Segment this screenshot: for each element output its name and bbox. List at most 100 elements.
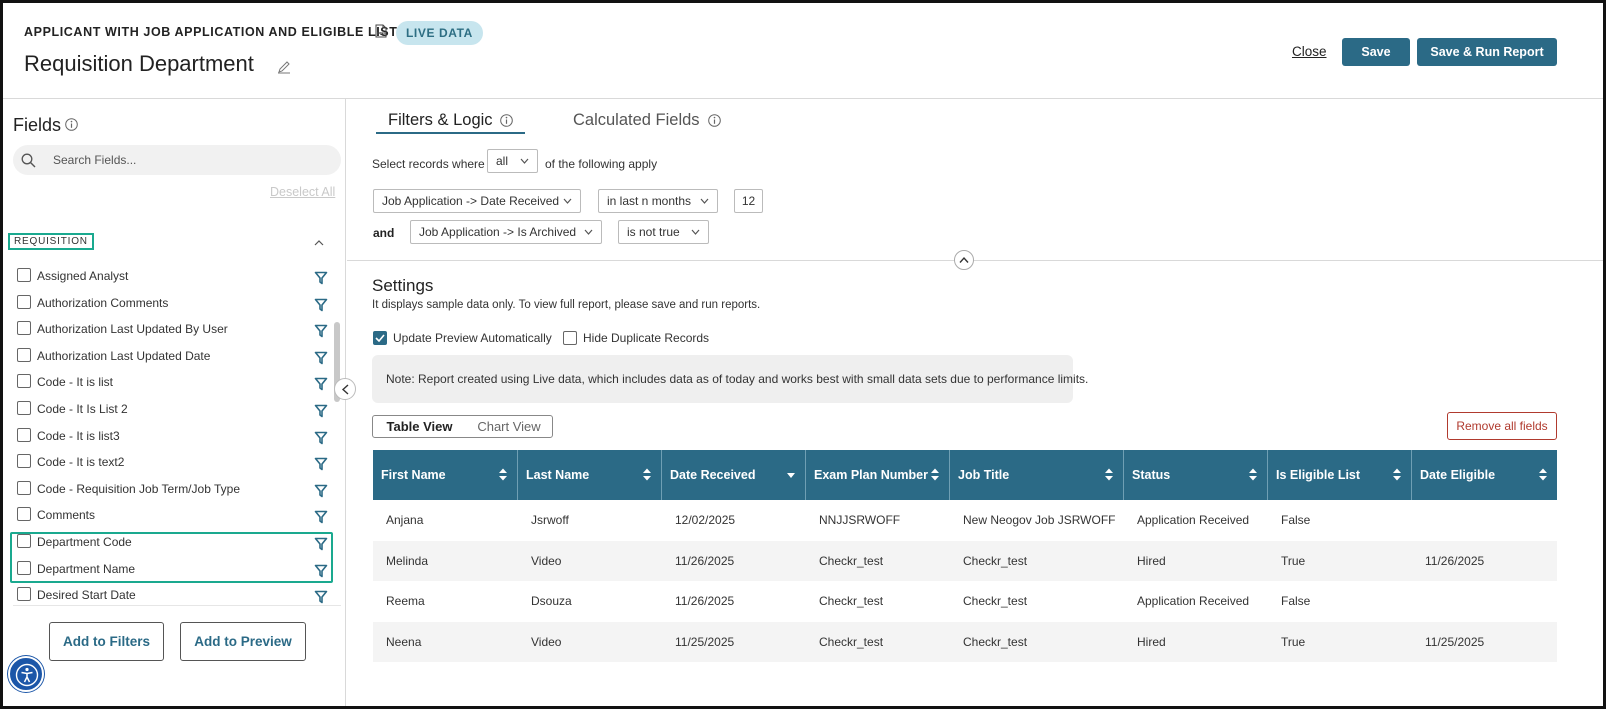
field-name: Code - It Is List 2: [37, 402, 128, 416]
field-checkbox[interactable]: [17, 268, 31, 282]
field-checkbox[interactable]: [17, 454, 31, 469]
field-checkbox[interactable]: [17, 374, 31, 389]
field-checkbox[interactable]: [17, 507, 31, 522]
column-header[interactable]: Date Received: [662, 450, 806, 500]
field-checkbox[interactable]: [17, 321, 31, 336]
table-row[interactable]: Neena Video 11/25/2025 Checkr_test Checkr_te…: [373, 621, 1557, 662]
field-row[interactable]: Code - Requisition Job Term/Job Type: [3, 476, 333, 502]
column-header[interactable]: Exam Plan Number: [806, 450, 950, 500]
accessibility-button[interactable]: [8, 656, 44, 692]
table-cell: 11/25/2025: [1425, 634, 1485, 649]
info-icon[interactable]: [708, 114, 721, 127]
chevron-down-icon: [563, 198, 572, 204]
tab-calculated-fields[interactable]: Calculated Fields: [573, 111, 700, 130]
filter-icon[interactable]: [314, 324, 328, 338]
condition-1-field-select[interactable]: Job Application -> Date Received: [373, 189, 581, 213]
field-row[interactable]: Comments: [3, 502, 333, 528]
field-checkbox[interactable]: [17, 427, 31, 442]
field-row[interactable]: Desired Start Date: [3, 582, 333, 605]
fields-title: Fields: [13, 115, 62, 135]
match-select[interactable]: all: [487, 149, 538, 173]
filter-icon[interactable]: [314, 484, 328, 498]
filter-icon[interactable]: [314, 590, 328, 604]
divider: [13, 605, 341, 606]
column-header[interactable]: Date Eligible: [1412, 450, 1557, 500]
table-cell: Checkr_test: [819, 553, 884, 568]
field-checkbox[interactable]: [17, 587, 31, 602]
field-checkbox[interactable]: [17, 347, 31, 362]
table-row[interactable]: Anjana Jsrwoff 12/02/2025 NNJJSRWOFF New Neo…: [373, 500, 1557, 540]
column-header[interactable]: Last Name: [518, 450, 662, 500]
table-view-toggle[interactable]: Table View: [373, 416, 466, 437]
field-row[interactable]: Code - It is list3: [3, 423, 333, 449]
field-checkbox[interactable]: [17, 560, 31, 575]
report-header: APPLICANT WITH JOB APPLICATION AND ELIGI…: [3, 3, 1603, 99]
edit-icon[interactable]: [277, 60, 291, 74]
search-input[interactable]: [53, 145, 333, 175]
column-header[interactable]: Status: [1124, 450, 1268, 500]
deselect-all-link[interactable]: Deselect All: [270, 185, 335, 199]
field-row[interactable]: Assigned Analyst: [3, 263, 333, 289]
filter-icon[interactable]: [314, 351, 328, 365]
field-checkbox[interactable]: [17, 534, 31, 548]
field-row[interactable]: Authorization Comments: [3, 290, 333, 316]
save-button[interactable]: Save: [1342, 38, 1410, 66]
field-checkbox[interactable]: [17, 294, 31, 309]
field-row[interactable]: Code - It is text2: [3, 449, 333, 475]
field-checkbox[interactable]: [17, 401, 31, 415]
field-row[interactable]: Department Name: [3, 556, 333, 582]
filter-icon[interactable]: [314, 457, 328, 471]
condition-1-operator-select[interactable]: in last n months: [598, 189, 718, 213]
close-link[interactable]: Close: [1292, 44, 1327, 59]
filter-icon[interactable]: [314, 537, 328, 551]
chart-view-toggle[interactable]: Chart View: [466, 416, 552, 437]
column-header-label: Date Eligible: [1420, 468, 1496, 482]
table-cell: Anjana: [386, 513, 424, 527]
collapse-sidebar-button[interactable]: [334, 378, 356, 400]
chevron-up-icon[interactable]: [313, 239, 325, 247]
table-row[interactable]: Reema Dsouza 11/26/2025 Checkr_test Checkr_t…: [373, 581, 1557, 621]
filter-icon[interactable]: [314, 377, 328, 391]
condition-1-value-input[interactable]: 12: [734, 189, 763, 213]
field-row[interactable]: Authorization Last Updated Date: [3, 343, 333, 369]
condition-2-operator-select[interactable]: is not true: [618, 220, 709, 244]
field-search: [13, 145, 341, 175]
column-header[interactable]: First Name: [373, 450, 518, 500]
chevron-down-icon: [584, 229, 593, 235]
field-row[interactable]: Department Code: [3, 529, 333, 555]
table-cell: 11/26/2025: [675, 553, 735, 568]
info-icon[interactable]: [500, 114, 513, 127]
add-to-preview-button[interactable]: Add to Preview: [180, 622, 306, 661]
info-icon[interactable]: [65, 118, 78, 131]
filter-icon[interactable]: [314, 431, 328, 445]
chevron-up-icon: [959, 256, 969, 263]
field-row[interactable]: Code - It Is List 2: [3, 396, 333, 422]
remove-all-fields-button[interactable]: Remove all fields: [1447, 412, 1557, 440]
pdf-icon[interactable]: PDF: [375, 24, 387, 38]
filter-icon[interactable]: [314, 564, 328, 578]
column-header[interactable]: Job Title: [950, 450, 1124, 500]
sort-icon: [1105, 468, 1113, 481]
filter-icon[interactable]: [314, 510, 328, 524]
chevron-down-icon: [691, 229, 700, 235]
table-cell: Checkr_test: [819, 634, 884, 649]
condition-2-field-select[interactable]: Job Application -> Is Archived: [410, 220, 602, 244]
field-row[interactable]: Code - It is list: [3, 369, 333, 395]
field-row[interactable]: Authorization Last Updated By User: [3, 316, 333, 342]
tab-filters-logic[interactable]: Filters & Logic: [388, 111, 493, 130]
field-list: Assigned Analyst Authorization Comments Au…: [3, 263, 333, 605]
collapse-filters-button[interactable]: [954, 250, 974, 270]
table-row[interactable]: Melinda Video 11/26/2025 Checkr_test Checkr_…: [373, 540, 1557, 581]
table-cell: New Neogov Job JSRWOFF: [963, 513, 1116, 527]
column-header[interactable]: Is Eligible List: [1268, 450, 1412, 500]
filter-icon[interactable]: [314, 404, 328, 418]
field-checkbox[interactable]: [17, 480, 31, 495]
save-and-run-button[interactable]: Save & Run Report: [1417, 38, 1557, 66]
filter-icon[interactable]: [314, 271, 328, 285]
add-to-filters-button[interactable]: Add to Filters: [49, 622, 164, 661]
filter-icon[interactable]: [314, 298, 328, 312]
update-preview-checkbox[interactable]: [373, 331, 387, 345]
page-title: Requisition Department: [24, 51, 254, 76]
chevron-down-icon: [520, 158, 529, 164]
hide-duplicates-checkbox[interactable]: [563, 331, 577, 345]
